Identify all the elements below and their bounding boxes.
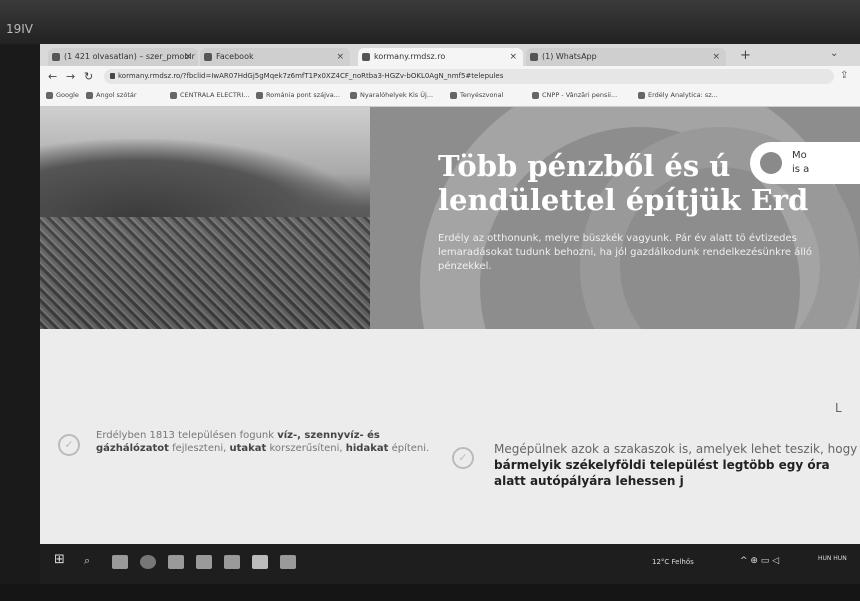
bookmark-item[interactable]: CNPP - Vânzări pensii... — [532, 91, 617, 99]
feature-text-run: utakat — [229, 443, 267, 454]
facebook-icon — [204, 53, 212, 61]
feature-text-run: korszerűsíteni, — [266, 443, 346, 454]
chat-text: Mo is a — [792, 150, 810, 175]
features-section: L ✓ Erdélyben 1813 településen fogunk ví… — [40, 329, 860, 544]
close-icon[interactable]: × — [712, 48, 720, 66]
bookmark-item[interactable]: Angol szótár — [86, 91, 137, 99]
tab-facebook[interactable]: Facebook × — [200, 48, 350, 66]
bookmark-item[interactable]: Erdély Analytica: sz... — [638, 91, 718, 99]
folder-icon[interactable] — [196, 555, 212, 569]
close-icon[interactable]: × — [184, 48, 192, 66]
bookmark-item[interactable]: Google — [46, 91, 79, 99]
share-icon[interactable]: ⇪ — [840, 70, 848, 81]
weather-widget[interactable]: 12°C Felhős — [652, 558, 694, 566]
whatsapp-icon — [530, 53, 538, 61]
tab-label: kormany.rmdsz.ro — [374, 52, 446, 61]
monitor-bezel-bottom — [0, 584, 860, 601]
taskbar: ⊞ ⌕ 12°C Felhős ^ ⊕ ▭ ◁ HUN HUN — [40, 544, 860, 584]
reload-icon[interactable]: ↻ — [84, 70, 93, 83]
feature-text-run: építeni. — [388, 443, 430, 454]
back-icon[interactable]: ← — [48, 70, 57, 83]
side-letter: L — [835, 401, 842, 415]
forward-icon[interactable]: → — [66, 70, 75, 83]
new-tab-button[interactable]: + — [740, 48, 751, 64]
address-bar: ← → ↻ kormany.rmdsz.ro/?fbclid=IwAR07HdG… — [40, 66, 860, 88]
check-icon: ✓ — [58, 434, 80, 456]
bezel-label: 19IV — [6, 22, 34, 36]
village-photo — [40, 107, 370, 329]
screen: (1 421 olvasatlan) – szer_pmobir × Faceb… — [40, 44, 860, 584]
chevron-down-icon[interactable]: ⌄ — [830, 48, 838, 59]
store-icon[interactable] — [224, 555, 240, 569]
close-icon[interactable]: × — [509, 48, 517, 66]
site-icon — [362, 53, 370, 61]
task-view-icon[interactable] — [112, 555, 128, 569]
feature-text-run: Erdélyben 1813 településen fogunk — [96, 430, 278, 441]
bookmark-item[interactable]: Tenyészvonal — [450, 91, 503, 99]
tab-label: (1) WhatsApp — [542, 52, 597, 61]
bookmark-item[interactable]: CENTRALA ELECTRI... — [170, 91, 249, 99]
chat-widget[interactable]: Mo is a — [750, 142, 860, 184]
bookmark-item[interactable]: Nyaralóhelyek Kis Új... — [350, 91, 433, 99]
windows-icon[interactable]: ⊞ — [54, 552, 70, 567]
tab-strip: (1 421 olvasatlan) – szer_pmobir × Faceb… — [40, 44, 860, 66]
language-indicator[interactable]: HUN HUN — [818, 555, 847, 562]
edge-icon[interactable] — [140, 555, 156, 569]
feature-text-run: bármelyik székelyföldi települést — [494, 458, 719, 472]
chat-icon — [760, 152, 782, 174]
url-input[interactable]: kormany.rmdsz.ro/?fbclid=IwAR07HdGj5gMqe… — [104, 69, 834, 84]
tab-whatsapp[interactable]: (1) WhatsApp × — [526, 48, 726, 66]
feature-text-run: fejleszteni, — [168, 443, 230, 454]
feature-text-run: Megépülnek azok a szakaszok is, amelyek … — [494, 442, 858, 456]
feature-text-utilities: Erdélyben 1813 településen fogunk víz-, … — [96, 429, 436, 455]
bookmarks-bar: Google Angol szótár CENTRALA ELECTRI... … — [40, 88, 860, 107]
hero-section: Több pénzből és ú lendülettel építjük Er… — [40, 107, 860, 329]
monitor-bezel-top: 19IV — [0, 0, 860, 44]
bookmark-item[interactable]: Románia pont szájva... — [256, 91, 340, 99]
browser-app-icon[interactable] — [252, 555, 268, 569]
file-icon[interactable] — [280, 555, 296, 569]
feature-text-run: hidakat — [345, 443, 389, 454]
mail-icon — [52, 53, 60, 61]
search-icon[interactable]: ⌕ — [84, 554, 100, 568]
close-icon[interactable]: × — [336, 48, 344, 66]
app-icon[interactable] — [168, 555, 184, 569]
system-tray[interactable]: ^ ⊕ ▭ ◁ — [740, 556, 779, 566]
tab-label: Facebook — [216, 52, 254, 61]
lock-icon — [110, 73, 115, 79]
tab-kormany[interactable]: kormany.rmdsz.ro × — [358, 48, 523, 66]
hill-shape — [40, 137, 370, 217]
tab-label: (1 421 olvasatlan) – szer_pmobir — [64, 52, 195, 61]
village-texture — [40, 217, 370, 329]
feature-text-highway: Megépülnek azok a szakaszok is, amelyek … — [494, 441, 860, 489]
tab-email[interactable]: (1 421 olvasatlan) – szer_pmobir × — [48, 48, 198, 66]
hero-text: Erdély az otthonunk, melyre büszkék vagy… — [438, 233, 812, 272]
check-icon: ✓ — [452, 447, 474, 469]
